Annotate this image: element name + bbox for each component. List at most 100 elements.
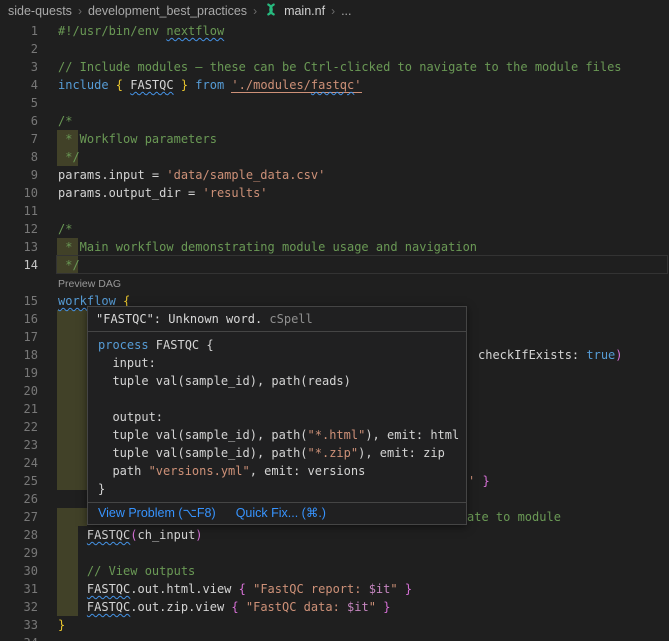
line-number[interactable]: 2 bbox=[0, 40, 38, 58]
code-text bbox=[58, 544, 669, 562]
line-number[interactable]: 28 bbox=[0, 526, 38, 544]
line-number[interactable]: 1 bbox=[0, 22, 38, 40]
line-number[interactable]: 29 bbox=[0, 544, 38, 562]
vscode-editor-window: side-quests › development_best_practices… bbox=[0, 0, 669, 641]
line-number[interactable]: 25 bbox=[0, 472, 38, 490]
code-line-12[interactable]: 12 /* bbox=[0, 220, 669, 238]
line-number[interactable]: 14 bbox=[0, 256, 38, 274]
breadcrumb-separator: › bbox=[331, 4, 335, 18]
line-number[interactable]: 30 bbox=[0, 562, 38, 580]
code-text: * Workflow parameters bbox=[58, 130, 669, 148]
line-number[interactable]: 15 bbox=[0, 292, 38, 310]
line-number[interactable]: 24 bbox=[0, 454, 38, 472]
hover-code-line: } bbox=[98, 480, 458, 498]
code-text: /* bbox=[58, 220, 669, 238]
line-number[interactable]: 33 bbox=[0, 616, 38, 634]
breadcrumb-item-folder[interactable]: side-quests bbox=[8, 4, 72, 18]
code-line-10[interactable]: 10 params.output_dir = 'results' bbox=[0, 184, 669, 202]
breadcrumb-item-subfolder[interactable]: development_best_practices bbox=[88, 4, 247, 18]
code-text bbox=[58, 202, 669, 220]
breadcrumb-separator: › bbox=[78, 4, 82, 18]
line-number[interactable]: 3 bbox=[0, 58, 38, 76]
code-text: // Include modules – these can be Ctrl-c… bbox=[58, 58, 669, 76]
view-problem-link[interactable]: View Problem (⌥F8) bbox=[98, 505, 216, 521]
breadcrumb-item-symbol[interactable]: ... bbox=[341, 4, 351, 18]
code-text bbox=[58, 40, 669, 58]
hover-code-line: path "versions.yml", emit: versions bbox=[98, 462, 458, 480]
line-number[interactable]: 23 bbox=[0, 436, 38, 454]
code-line-7[interactable]: 7 * Workflow parameters bbox=[0, 130, 669, 148]
line-number[interactable]: 11 bbox=[0, 202, 38, 220]
line-number[interactable]: 34 bbox=[0, 634, 38, 641]
code-line-14[interactable]: 14 */ bbox=[0, 256, 669, 274]
code-line-33[interactable]: 33} bbox=[0, 616, 669, 634]
nextflow-icon bbox=[263, 3, 279, 19]
line-number[interactable]: 13 bbox=[0, 238, 38, 256]
hover-code-block: process FASTQC { input: tuple val(sample… bbox=[88, 332, 466, 502]
diagnostic-header: "FASTQC": Unknown word. cSpell bbox=[88, 307, 466, 332]
codelens-preview-dag[interactable]: Preview DAG bbox=[58, 278, 121, 290]
hover-code-line bbox=[98, 390, 458, 408]
code-line-34[interactable]: 34 bbox=[0, 634, 669, 641]
line-number[interactable]: 17 bbox=[0, 328, 38, 346]
code-text: */ bbox=[58, 148, 669, 166]
code-text: */ bbox=[58, 256, 669, 274]
code-line-8[interactable]: 8 */ bbox=[0, 148, 669, 166]
code-line-1[interactable]: 1 #!/usr/bin/env nextflow bbox=[0, 22, 669, 40]
line-number[interactable]: 6 bbox=[0, 112, 38, 130]
diagnostic-message: "FASTQC": Unknown word. bbox=[96, 312, 262, 326]
code-line-5[interactable]: 5 bbox=[0, 94, 669, 112]
line-number[interactable]: 4 bbox=[0, 76, 38, 94]
code-line-11[interactable]: 11 bbox=[0, 202, 669, 220]
line-number[interactable]: 12 bbox=[0, 220, 38, 238]
line-number[interactable]: 19 bbox=[0, 364, 38, 382]
line-number[interactable]: 9 bbox=[0, 166, 38, 184]
line-number[interactable]: 21 bbox=[0, 400, 38, 418]
code-line-13[interactable]: 13 * Main workflow demonstrating module … bbox=[0, 238, 669, 256]
line-number[interactable]: 20 bbox=[0, 382, 38, 400]
code-text: params.input = 'data/sample_data.csv' bbox=[58, 166, 669, 184]
line-number[interactable]: 27 bbox=[0, 508, 38, 526]
code-line-4[interactable]: 4 include { FASTQC } from './modules/fast… bbox=[0, 76, 669, 94]
code-text: // View outputs bbox=[58, 562, 669, 580]
line-number[interactable]: 18 bbox=[0, 346, 38, 364]
code-text: FASTQC.out.zip.view { "FastQC data: $it"… bbox=[58, 598, 669, 616]
line-number[interactable]: 8 bbox=[0, 148, 38, 166]
hover-code-line: tuple val(sample_id), path("*.html"), em… bbox=[98, 426, 458, 444]
line-number[interactable]: 7 bbox=[0, 130, 38, 148]
code-line-32[interactable]: 32 FASTQC.out.zip.view { "FastQC data: $… bbox=[0, 598, 669, 616]
line-number[interactable]: 31 bbox=[0, 580, 38, 598]
codelens-row: Preview DAG bbox=[0, 274, 669, 292]
code-line-31[interactable]: 31 FASTQC.out.html.view { "FastQC report… bbox=[0, 580, 669, 598]
breadcrumb: side-quests › development_best_practices… bbox=[0, 0, 669, 22]
code-text: } bbox=[58, 616, 669, 634]
code-text: params.output_dir = 'results' bbox=[58, 184, 669, 202]
hover-status-bar: View Problem (⌥F8) Quick Fix... (⌘.) bbox=[88, 502, 466, 524]
hover-code-line: process FASTQC { bbox=[98, 336, 458, 354]
code-text: include { FASTQC } from './modules/fastq… bbox=[58, 76, 669, 94]
code-line-29[interactable]: 29 bbox=[0, 544, 669, 562]
code-line-3[interactable]: 3 // Include modules – these can be Ctrl-… bbox=[0, 58, 669, 76]
line-number[interactable]: 26 bbox=[0, 490, 38, 508]
code-text bbox=[58, 94, 669, 112]
quick-fix-link[interactable]: Quick Fix... (⌘.) bbox=[236, 505, 326, 521]
hover-code-line: tuple val(sample_id), path(reads) bbox=[98, 372, 458, 390]
code-text bbox=[58, 634, 669, 641]
code-line-6[interactable]: 6/* bbox=[0, 112, 669, 130]
line-number[interactable]: 5 bbox=[0, 94, 38, 112]
breadcrumb-item-file[interactable]: main.nf bbox=[284, 4, 325, 18]
hover-tooltip: "FASTQC": Unknown word. cSpell process F… bbox=[87, 306, 467, 525]
line-number[interactable]: 10 bbox=[0, 184, 38, 202]
breadcrumb-separator: › bbox=[253, 4, 257, 18]
code-text: FASTQC(ch_input) bbox=[58, 526, 669, 544]
code-line-28[interactable]: 28 FASTQC(ch_input) bbox=[0, 526, 669, 544]
code-line-9[interactable]: 9 params.input = 'data/sample_data.csv' bbox=[0, 166, 669, 184]
code-line-30[interactable]: 30 // View outputs bbox=[0, 562, 669, 580]
line-number[interactable]: 16 bbox=[0, 310, 38, 328]
line-number[interactable]: 32 bbox=[0, 598, 38, 616]
hover-code-line: output: bbox=[98, 408, 458, 426]
line-number[interactable]: 22 bbox=[0, 418, 38, 436]
code-text: #!/usr/bin/env nextflow bbox=[58, 22, 669, 40]
code-line-2[interactable]: 2 bbox=[0, 40, 669, 58]
code-text: * Main workflow demonstrating module usa… bbox=[58, 238, 669, 256]
